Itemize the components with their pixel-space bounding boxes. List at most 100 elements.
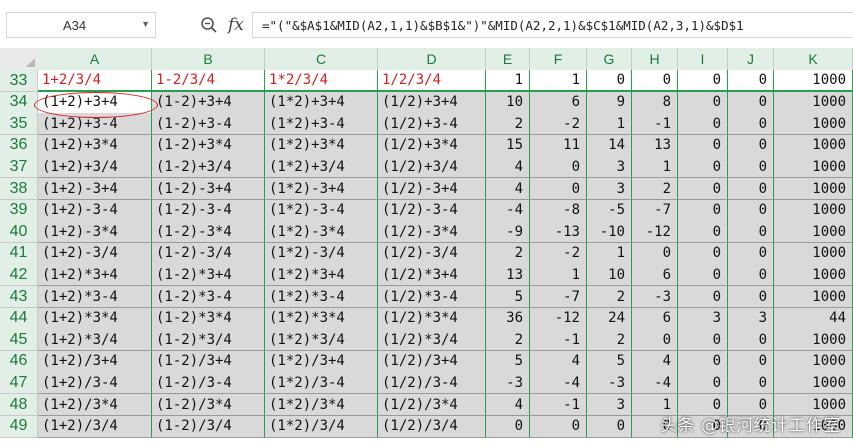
cell-j40[interactable]: 0: [728, 221, 774, 244]
cell-e44[interactable]: 36: [486, 307, 530, 330]
cell-i45[interactable]: 0: [678, 329, 728, 352]
cell-j43[interactable]: 0: [728, 286, 774, 308]
cell-c42[interactable]: (1*2)*3+4: [265, 264, 378, 287]
cell-k43[interactable]: 1000: [774, 286, 853, 308]
cell-g46[interactable]: 5: [587, 350, 632, 373]
cell-e49[interactable]: 0: [486, 415, 530, 438]
cell-d34[interactable]: (1/2)+3+4: [378, 91, 486, 114]
cell-d39[interactable]: (1/2)-3-4: [378, 199, 486, 222]
cell-g37[interactable]: 3: [587, 156, 632, 179]
cell-f46[interactable]: 4: [530, 350, 587, 373]
cell-c49[interactable]: (1*2)/3/4: [265, 415, 378, 438]
cell-e39[interactable]: -4: [486, 199, 530, 222]
cell-j41[interactable]: 0: [728, 242, 774, 265]
cell-a36[interactable]: (1+2)+3*4: [38, 134, 152, 157]
cell-h37[interactable]: 1: [632, 156, 678, 179]
cell-k36[interactable]: 1000: [774, 134, 853, 157]
cell-j38[interactable]: 0: [728, 178, 774, 200]
cell-c36[interactable]: (1*2)+3*4: [265, 134, 378, 157]
column-header-e[interactable]: E: [486, 48, 530, 70]
cell-b43[interactable]: (1-2)*3-4: [152, 286, 265, 308]
cell-e35[interactable]: 2: [486, 113, 530, 136]
column-header-k[interactable]: K: [774, 48, 853, 70]
cell-f33[interactable]: 1: [530, 70, 587, 92]
cell-b34[interactable]: (1-2)+3+4: [152, 91, 265, 114]
row-header[interactable]: 36: [0, 134, 38, 157]
cell-k34[interactable]: 1000: [774, 91, 853, 114]
cell-d46[interactable]: (1/2)/3+4: [378, 350, 486, 373]
row-header[interactable]: 38: [0, 178, 38, 200]
cell-a40[interactable]: (1+2)-3*4: [38, 221, 152, 244]
cell-i42[interactable]: 0: [678, 264, 728, 287]
cell-i38[interactable]: 0: [678, 178, 728, 200]
cell-k38[interactable]: 1000: [774, 178, 853, 200]
cell-e46[interactable]: 5: [486, 350, 530, 373]
cell-i33[interactable]: 0: [678, 70, 728, 92]
select-all-corner[interactable]: [0, 48, 38, 70]
cell-h46[interactable]: 4: [632, 350, 678, 373]
cell-g49[interactable]: 0: [587, 415, 632, 438]
cell-i34[interactable]: 0: [678, 91, 728, 114]
row-header[interactable]: 41: [0, 242, 38, 265]
cell-g34[interactable]: 9: [587, 91, 632, 114]
cell-e42[interactable]: 13: [486, 264, 530, 287]
cell-j39[interactable]: 0: [728, 199, 774, 222]
cell-d45[interactable]: (1/2)*3/4: [378, 329, 486, 352]
cell-g42[interactable]: 10: [587, 264, 632, 287]
cell-f43[interactable]: -7: [530, 286, 587, 308]
cell-j37[interactable]: 0: [728, 156, 774, 179]
column-header-a[interactable]: A: [38, 48, 152, 70]
cell-i36[interactable]: 0: [678, 134, 728, 157]
cell-h35[interactable]: -1: [632, 113, 678, 136]
cell-f37[interactable]: 0: [530, 156, 587, 179]
cell-g38[interactable]: 3: [587, 178, 632, 200]
cell-i39[interactable]: 0: [678, 199, 728, 222]
cell-f48[interactable]: -1: [530, 394, 587, 416]
cell-b40[interactable]: (1-2)-3*4: [152, 221, 265, 244]
column-header-d[interactable]: D: [378, 48, 486, 70]
cell-j42[interactable]: 0: [728, 264, 774, 287]
cell-d38[interactable]: (1/2)-3+4: [378, 178, 486, 200]
cell-b42[interactable]: (1-2)*3+4: [152, 264, 265, 287]
row-header[interactable]: 48: [0, 394, 38, 416]
cell-g47[interactable]: -3: [587, 372, 632, 395]
cell-e38[interactable]: 4: [486, 178, 530, 200]
cell-a35[interactable]: (1+2)+3-4: [38, 113, 152, 136]
cell-a37[interactable]: (1+2)+3/4: [38, 156, 152, 179]
cell-e40[interactable]: -9: [486, 221, 530, 244]
cell-j46[interactable]: 0: [728, 350, 774, 373]
cell-a47[interactable]: (1+2)/3-4: [38, 372, 152, 395]
cell-e47[interactable]: -3: [486, 372, 530, 395]
cell-i37[interactable]: 0: [678, 156, 728, 179]
cell-d47[interactable]: (1/2)/3-4: [378, 372, 486, 395]
cell-c45[interactable]: (1*2)*3/4: [265, 329, 378, 352]
cell-e43[interactable]: 5: [486, 286, 530, 308]
row-header[interactable]: 40: [0, 221, 38, 244]
cell-k39[interactable]: 1000: [774, 199, 853, 222]
cell-c47[interactable]: (1*2)/3-4: [265, 372, 378, 395]
cell-k41[interactable]: 1000: [774, 242, 853, 265]
cell-a44[interactable]: (1+2)*3*4: [38, 307, 152, 330]
cell-e34[interactable]: 10: [486, 91, 530, 114]
cell-k37[interactable]: 1000: [774, 156, 853, 179]
cell-d44[interactable]: (1/2)*3*4: [378, 307, 486, 330]
cell-g44[interactable]: 24: [587, 307, 632, 330]
cell-g48[interactable]: 3: [587, 394, 632, 416]
cell-a45[interactable]: (1+2)*3/4: [38, 329, 152, 352]
cell-g39[interactable]: -5: [587, 199, 632, 222]
cell-f42[interactable]: 1: [530, 264, 587, 287]
cell-k46[interactable]: 1000: [774, 350, 853, 373]
cell-b37[interactable]: (1-2)+3/4: [152, 156, 265, 179]
cell-a33[interactable]: 1+2/3/4: [38, 70, 152, 92]
cell-f41[interactable]: -2: [530, 242, 587, 265]
cell-f44[interactable]: -12: [530, 307, 587, 330]
cell-e36[interactable]: 15: [486, 134, 530, 157]
name-box[interactable]: A34 ▼: [6, 12, 156, 38]
column-header-i[interactable]: I: [678, 48, 728, 70]
cell-b46[interactable]: (1-2)/3+4: [152, 350, 265, 373]
cell-h43[interactable]: -3: [632, 286, 678, 308]
cell-g40[interactable]: -10: [587, 221, 632, 244]
cell-e33[interactable]: 1: [486, 70, 530, 92]
row-header[interactable]: 35: [0, 113, 38, 136]
cell-b38[interactable]: (1-2)-3+4: [152, 178, 265, 200]
